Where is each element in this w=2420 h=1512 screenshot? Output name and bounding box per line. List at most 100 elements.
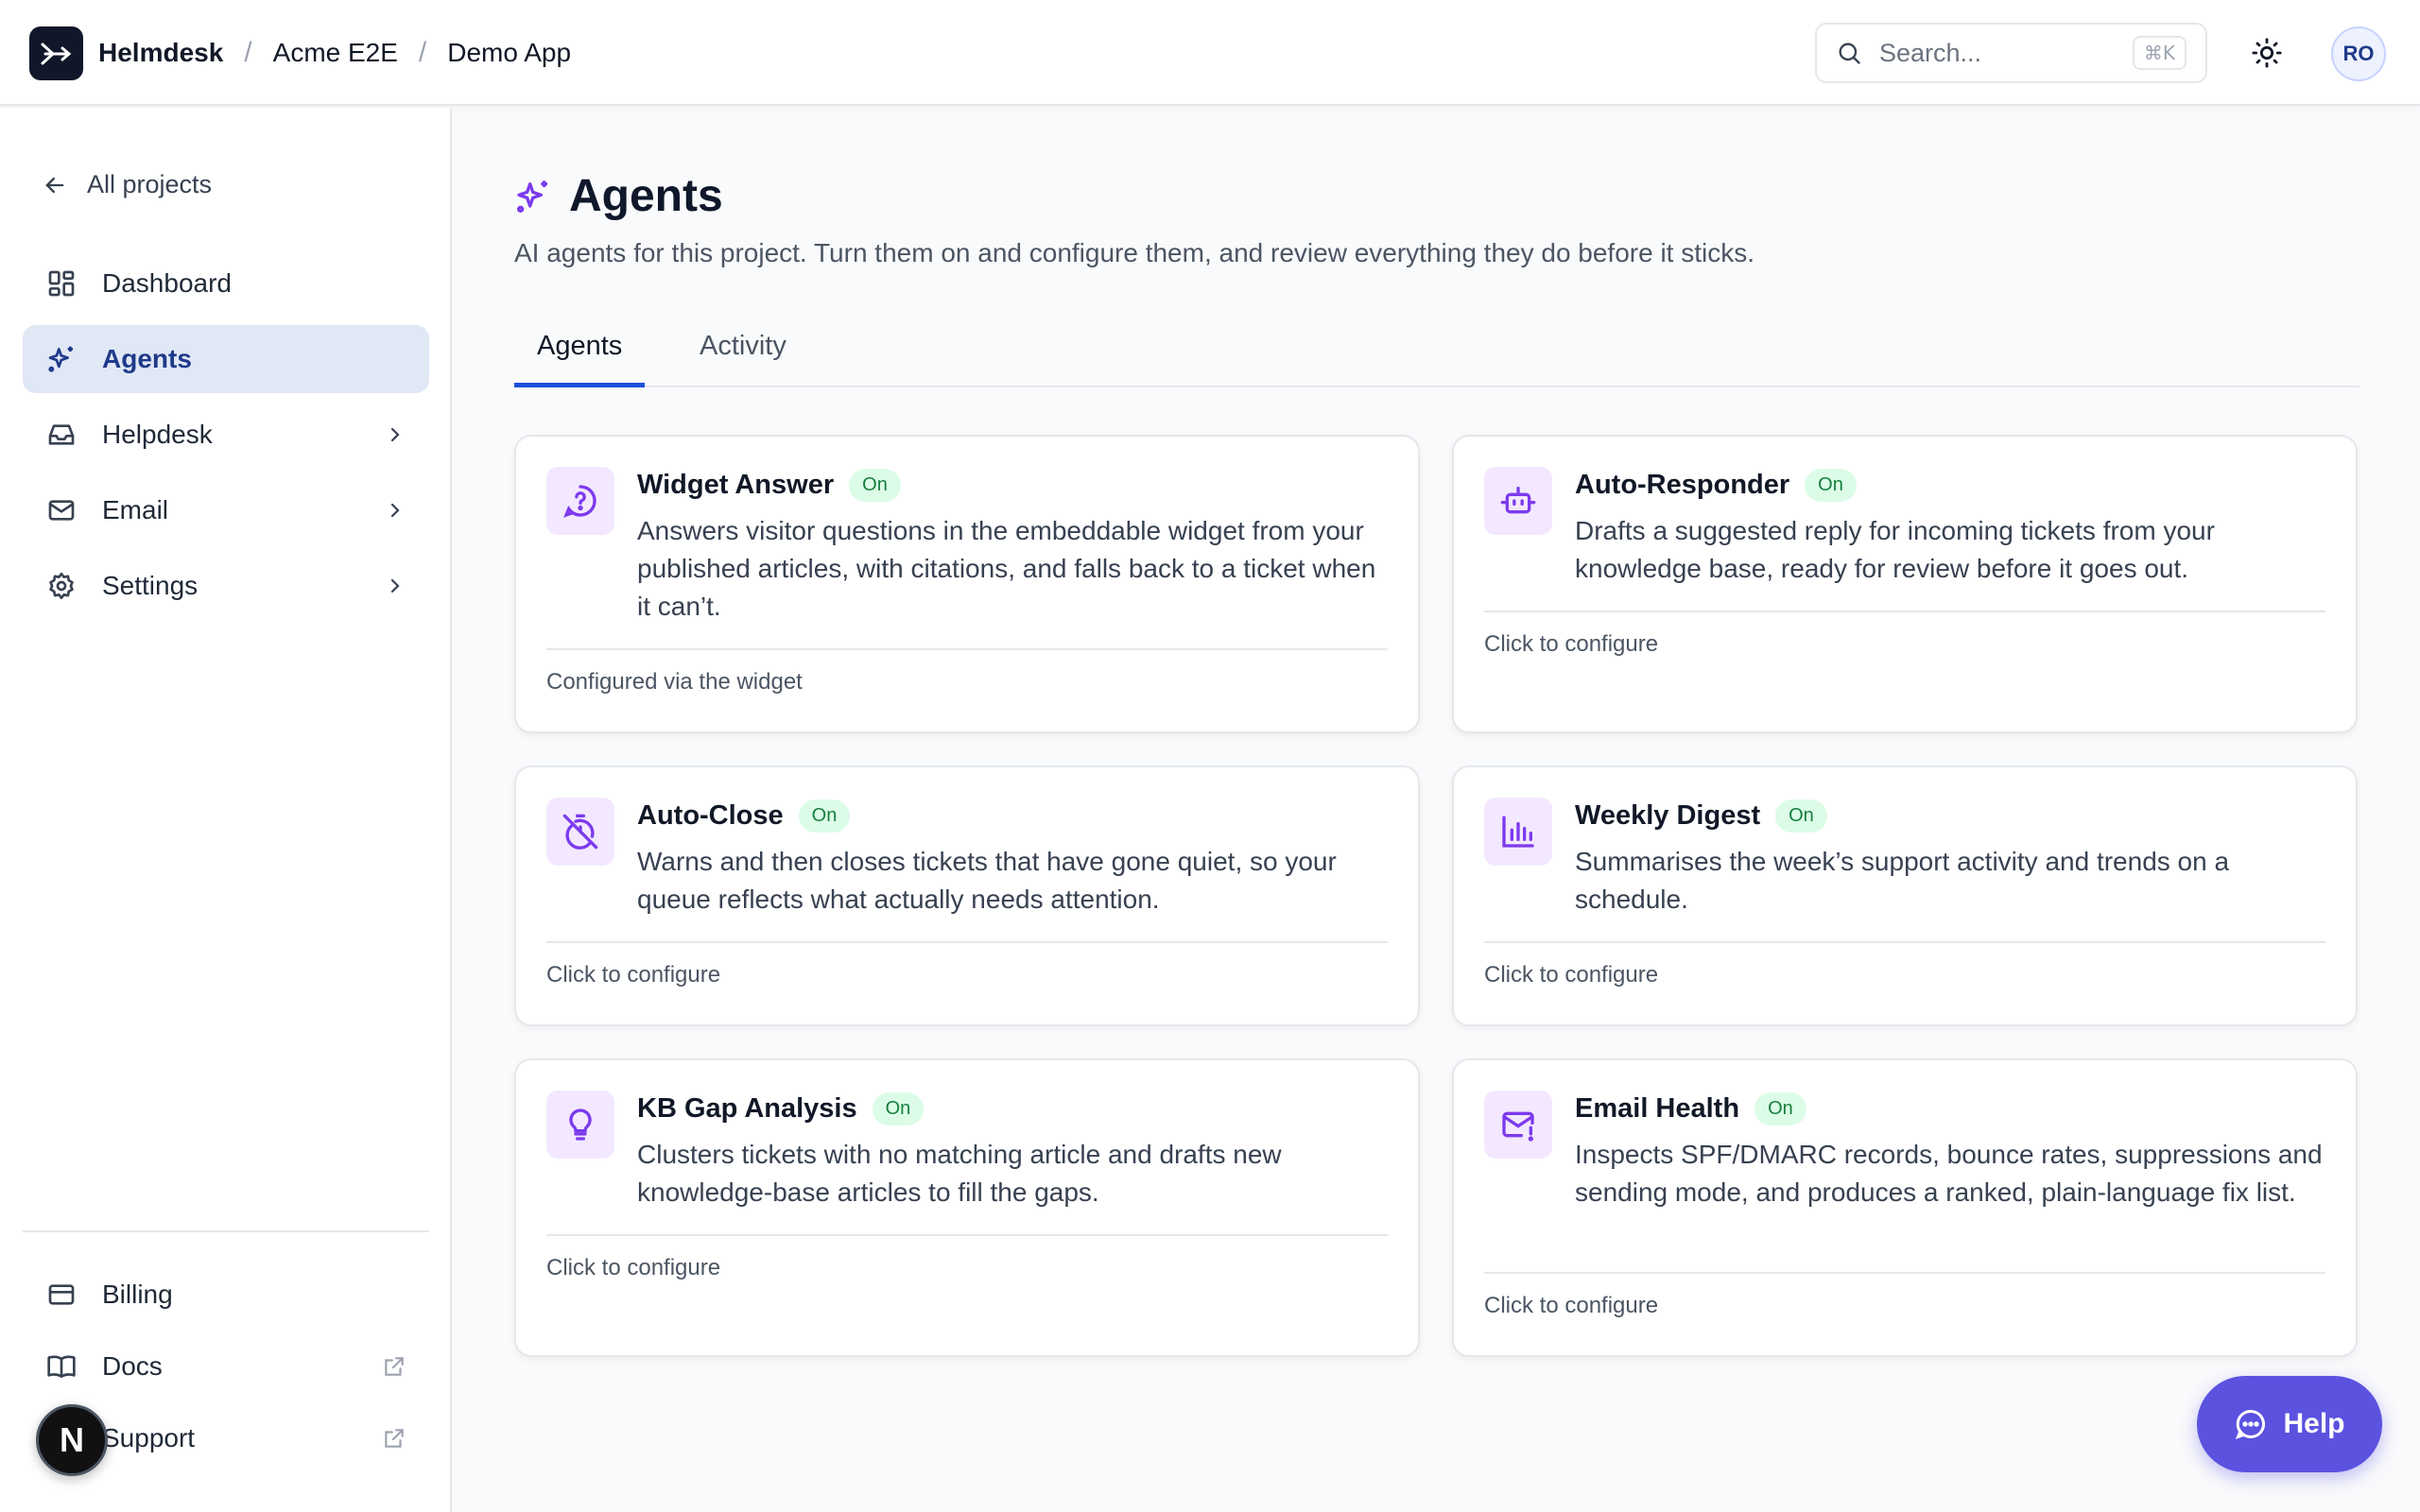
theme-toggle-button[interactable] [2248, 34, 2286, 72]
help-button[interactable]: Help [2197, 1376, 2382, 1472]
tab-agents[interactable]: Agents [514, 321, 646, 387]
agent-card-header: Weekly Digest On [1575, 799, 1827, 833]
agent-card-footer: Click to configure [1484, 962, 1659, 988]
sidebar-item-helpdesk[interactable]: Helpdesk [23, 401, 429, 469]
status-badge: On [1805, 469, 1857, 502]
sidebar-item-label: Dashboard [102, 268, 232, 298]
sidebar-item-label: Agents [102, 344, 192, 373]
sidebar-item-label: Docs [102, 1351, 163, 1381]
status-badge: On [872, 1092, 925, 1125]
sidebar-divider [23, 1230, 429, 1232]
agent-card-header: Auto-Close On [637, 799, 851, 833]
external-link-icon [385, 1429, 404, 1448]
tab-bar: Agents Activity [514, 321, 2360, 387]
page-subtitle: AI agents for this project. Turn them on… [514, 238, 1755, 267]
agent-card-kb-gap-analysis[interactable]: KB Gap Analysis On Clusters tickets with… [514, 1058, 1420, 1357]
lightbulb-icon [546, 1091, 614, 1159]
chevron-right-icon [390, 578, 400, 593]
sidebar-item-label: Helpdesk [102, 420, 213, 449]
sparkles-icon [45, 343, 78, 375]
gear-icon [45, 570, 78, 602]
user-avatar[interactable]: RO [2331, 26, 2386, 81]
mail-icon [45, 494, 78, 526]
agent-name: Auto-Responder [1575, 470, 1790, 500]
sidebar-item-billing[interactable]: Billing [23, 1261, 429, 1329]
sidebar-item-dashboard[interactable]: Dashboard [23, 249, 429, 318]
agent-card-header: KB Gap Analysis On [637, 1092, 925, 1125]
agent-description: Inspects SPF/DMARC records, bounce rates… [1575, 1140, 2323, 1207]
agent-name: Weekly Digest [1575, 800, 1761, 831]
agent-description: Drafts a suggested reply for incoming ti… [1575, 516, 2215, 583]
sparkles-icon [516, 180, 547, 213]
robot-icon [1484, 467, 1552, 535]
external-link-icon [385, 1357, 404, 1376]
tab-activity[interactable]: Activity [677, 321, 809, 387]
agent-card-footer: Click to configure [1484, 631, 1659, 657]
book-icon [45, 1350, 78, 1383]
status-badge: On [798, 799, 851, 833]
agent-name: KB Gap Analysis [637, 1093, 857, 1124]
top-bar: Helmdesk / Acme E2E / Demo App Search...… [0, 0, 2420, 106]
help-button-label: Help [2283, 1408, 2345, 1439]
sun-icon [2252, 38, 2282, 68]
credit-card-icon [45, 1279, 78, 1311]
sidebar-item-label: Support [102, 1423, 196, 1452]
dev-tools-badge[interactable]: N [36, 1404, 108, 1476]
card-divider [546, 1234, 1388, 1236]
agent-name: Auto-Close [637, 800, 784, 831]
card-divider [546, 648, 1388, 650]
agent-card-header: Widget Answer On [637, 469, 901, 502]
breadcrumb-project[interactable]: Demo App [447, 38, 571, 68]
agent-description: Summarises the week’s support activity a… [1575, 847, 2230, 914]
bar-chart-icon [1484, 798, 1552, 866]
status-badge: On [1775, 799, 1827, 833]
agent-card-footer: Configured via the widget [546, 669, 803, 695]
arrow-left-icon [45, 177, 64, 193]
sidebar-item-settings[interactable]: Settings [23, 552, 429, 620]
sidebar-item-label: Billing [102, 1280, 173, 1309]
breadcrumb-org[interactable]: Acme E2E [273, 38, 398, 68]
sidebar: All projects Dashboard Agents Helpdesk E… [0, 108, 452, 1512]
agent-name: Widget Answer [637, 470, 835, 500]
card-divider [546, 941, 1388, 943]
agent-card-footer: Click to configure [546, 962, 721, 988]
agent-name: Email Health [1575, 1093, 1740, 1124]
inbox-icon [45, 419, 78, 451]
status-badge: On [1754, 1092, 1806, 1125]
question-bubble-icon [546, 467, 614, 535]
agent-card-header: Email Health On [1575, 1092, 1806, 1125]
sidebar-item-email[interactable]: Email [23, 476, 429, 544]
all-projects-label: All projects [87, 170, 213, 198]
card-divider [1484, 1272, 2325, 1274]
sidebar-item-docs[interactable]: Docs [23, 1332, 429, 1400]
agent-card-footer: Click to configure [1484, 1293, 1659, 1318]
status-badge: On [849, 469, 901, 502]
dashboard-icon [45, 267, 78, 300]
page-title: Agents [569, 171, 723, 221]
search-icon [1839, 43, 1860, 64]
chevron-right-icon [390, 503, 400, 518]
timer-off-icon [546, 798, 614, 866]
agent-card-auto-close[interactable]: Auto-Close On Warns and then closes tick… [514, 765, 1420, 1026]
mail-alert-icon [1484, 1091, 1552, 1159]
helmdesk-logo-icon[interactable] [29, 26, 83, 80]
agent-card-weekly-digest[interactable]: Weekly Digest On Summarises the week’s s… [1452, 765, 2358, 1026]
breadcrumb-separator: / [418, 37, 427, 68]
chevron-right-icon [390, 427, 400, 442]
sidebar-item-label: Email [102, 495, 169, 524]
sidebar-item-agents[interactable]: Agents [23, 325, 429, 393]
agent-card-footer: Click to configure [546, 1255, 721, 1280]
search-placeholder: Search... [1879, 38, 1982, 67]
breadcrumb: Helmdesk / Acme E2E / Demo App [98, 0, 571, 106]
all-projects-link[interactable]: All projects [42, 170, 212, 199]
agent-card-email-health[interactable]: Email Health On Inspects SPF/DMARC recor… [1452, 1058, 2358, 1357]
card-divider [1484, 610, 2325, 612]
chat-bubble-icon [2236, 1409, 2266, 1440]
agent-card-auto-responder[interactable]: Auto-Responder On Drafts a suggested rep… [1452, 435, 2358, 733]
agent-description: Clusters tickets with no matching articl… [637, 1140, 1282, 1207]
search-input[interactable]: Search... ⌘K [1815, 23, 2207, 83]
agent-card-widget-answer[interactable]: Widget Answer On Answers visitor questio… [514, 435, 1420, 733]
breadcrumb-app[interactable]: Helmdesk [98, 38, 223, 68]
sidebar-item-label: Settings [102, 571, 199, 600]
breadcrumb-separator: / [244, 37, 252, 68]
